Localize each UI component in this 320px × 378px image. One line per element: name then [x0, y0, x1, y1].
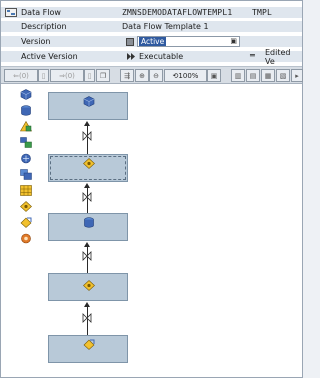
- dso-icon[interactable]: [20, 201, 32, 212]
- transformation-icon[interactable]: [20, 121, 32, 132]
- print-button[interactable]: ▤: [246, 69, 260, 82]
- list-icon: ▯: [87, 71, 92, 80]
- version-label: Version: [21, 37, 51, 46]
- back-button[interactable]: ⇐ (0): [4, 69, 38, 82]
- copy-icon: ❐: [99, 71, 107, 80]
- process-chain-icon[interactable]: [20, 233, 32, 244]
- transformation-valve-icon[interactable]: [82, 192, 92, 202]
- version-value: Active: [139, 37, 167, 46]
- zoom-in-icon: ⊕: [139, 71, 145, 80]
- data-flow-window: Data Flow ZMNSDEMODATAFLOWTEMPL1 TMPL De…: [0, 0, 303, 378]
- data-flow-type: TMPL: [252, 8, 273, 17]
- dropdown-icon[interactable]: ▣: [230, 37, 237, 46]
- settings-button[interactable]: ▦: [261, 69, 275, 82]
- infoprovider-icon: [83, 96, 95, 107]
- multiprovider-icon[interactable]: [20, 169, 32, 180]
- layout-button[interactable]: ⇶: [120, 69, 134, 82]
- infopackage-icon: [83, 339, 95, 350]
- save-icon: ▣: [210, 71, 218, 80]
- edited-version-value: Edited Ve: [265, 47, 291, 66]
- copy-button[interactable]: ❐: [96, 69, 110, 82]
- more-button[interactable]: ▸: [291, 69, 303, 82]
- version-field[interactable]: Active ▣: [137, 36, 240, 47]
- back-list-button[interactable]: ▯: [38, 69, 49, 82]
- save-button[interactable]: ▣: [207, 69, 221, 82]
- infopackage-node[interactable]: [48, 335, 128, 363]
- settings-icon: ▦: [264, 71, 272, 80]
- data-flow-row: Data Flow ZMNSDEMODATAFLOWTEMPL1 TMPL: [1, 7, 302, 18]
- version-row: Version Active ▣: [1, 36, 302, 47]
- infocube-icon[interactable]: [20, 185, 32, 196]
- active-version-label: Active Version: [21, 52, 78, 61]
- list-icon: ▯: [41, 71, 46, 80]
- description-value: Data Flow Template 1: [122, 22, 209, 31]
- executable-icon: [127, 53, 135, 60]
- zoom-in-button[interactable]: ⊕: [135, 69, 149, 82]
- active-version-row: Active Version Executable ═ Edited Ve: [1, 48, 302, 66]
- toolbar: ⇐ (0) ▯ ⇒ (0) ▯ ❐ ⇶ ⊕ ⊖ ⟲ 100% ▣ ▥ ▤ ▦ ▧ ▸: [1, 66, 303, 84]
- description-row: Description Data Flow Template 1: [1, 21, 302, 32]
- export-icon: ▧: [279, 71, 287, 80]
- forward-count: (0): [64, 71, 75, 80]
- infoprovider-icon[interactable]: [20, 89, 32, 100]
- dso-node[interactable]: [48, 154, 128, 182]
- dtp-icon[interactable]: [20, 137, 32, 148]
- dso-node[interactable]: [48, 273, 128, 301]
- datasource-node[interactable]: [48, 213, 128, 241]
- back-count: (0): [18, 71, 29, 80]
- infocube-node[interactable]: [48, 92, 128, 120]
- description-label: Description: [21, 22, 67, 31]
- forward-button[interactable]: ⇒ (0): [50, 69, 84, 82]
- binoculars-icon: ▥: [234, 71, 242, 80]
- layout-icon: ⇶: [124, 71, 130, 80]
- infopackage-icon[interactable]: [20, 217, 32, 228]
- infosource-icon[interactable]: [20, 153, 32, 164]
- edited-version-icon: ═: [250, 51, 255, 60]
- binoculars-button[interactable]: ▥: [231, 69, 245, 82]
- zoom-level-button[interactable]: ⟲ 100%: [164, 69, 207, 82]
- dso-icon: [83, 280, 95, 291]
- active-version-value: Executable: [139, 52, 184, 61]
- object-palette: [1, 84, 43, 376]
- print-icon: ▤: [249, 71, 257, 80]
- export-button[interactable]: ▧: [276, 69, 290, 82]
- transformation-valve-icon[interactable]: [82, 251, 92, 261]
- transformation-valve-icon[interactable]: [82, 131, 92, 141]
- data-flow-icon: [5, 8, 17, 17]
- zoom-level: 100%: [178, 71, 199, 80]
- datasource-icon: [84, 217, 94, 228]
- dso-icon: [83, 158, 95, 169]
- zoom-out-button[interactable]: ⊖: [149, 69, 163, 82]
- datasource-icon[interactable]: [20, 105, 32, 116]
- more-icon: ▸: [295, 71, 299, 80]
- data-flow-technical-name: ZMNSDEMODATAFLOWTEMPL1: [122, 8, 233, 17]
- data-flow-label: Data Flow: [21, 8, 61, 17]
- transformation-valve-icon[interactable]: [82, 313, 92, 323]
- forward-list-button[interactable]: ▯: [84, 69, 95, 82]
- version-status-icon: [126, 38, 134, 46]
- data-flow-canvas: [43, 84, 302, 376]
- zoom-out-icon: ⊖: [153, 71, 159, 80]
